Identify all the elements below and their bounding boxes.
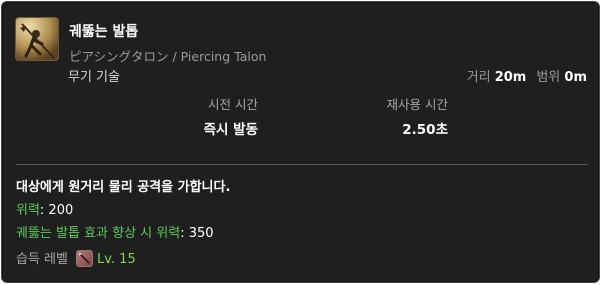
piercing-talon-icon <box>15 17 59 61</box>
cast-time-label: 시전 시간 <box>208 97 258 112</box>
acquired-level: Lv. 15 <box>96 252 136 267</box>
bonus-potency-label: 궤뚫는 발톱 효과 향상 시 위력 <box>16 226 181 241</box>
radius-value: 0m <box>564 70 587 85</box>
range-value: 20m <box>494 70 527 85</box>
acquired-label: 습득 레벨 <box>16 252 68 267</box>
radius-label: 범위 <box>536 70 561 85</box>
action-subtitle: ピアシングタロン / Piercing Talon <box>69 49 267 64</box>
action-tooltip: 궤뚫는 발톱 ピアシングタロン / Piercing Talon 무기 기술 거… <box>1 1 600 283</box>
recast-time-value: 2.50초 <box>402 122 448 138</box>
bonus-potency-value: : 350 <box>180 226 214 241</box>
range-info: 거리 20m 범위 0m <box>467 66 587 85</box>
range-label: 거리 <box>466 70 491 85</box>
acquired-line: 습득 레벨 Lv. 15 <box>16 248 136 267</box>
cast-time-value: 즉시 발동 <box>203 122 258 138</box>
bonus-potency-line: 궤뚫는 발톱 효과 향상 시 위력: 350 <box>16 222 214 241</box>
dragoon-job-icon <box>75 250 93 267</box>
potency-value: : 200 <box>39 203 74 218</box>
action-description: 대상에게 원거리 물리 공격을 가합니다. <box>16 180 231 195</box>
action-name: 궤뚫는 발톱 <box>69 24 139 40</box>
potency-line: 위력: 200 <box>16 199 73 218</box>
action-category: 무기 기술 <box>68 70 120 85</box>
recast-time-label: 재사용 시간 <box>386 97 448 112</box>
potency-label: 위력 <box>16 203 40 218</box>
divider <box>16 164 588 165</box>
